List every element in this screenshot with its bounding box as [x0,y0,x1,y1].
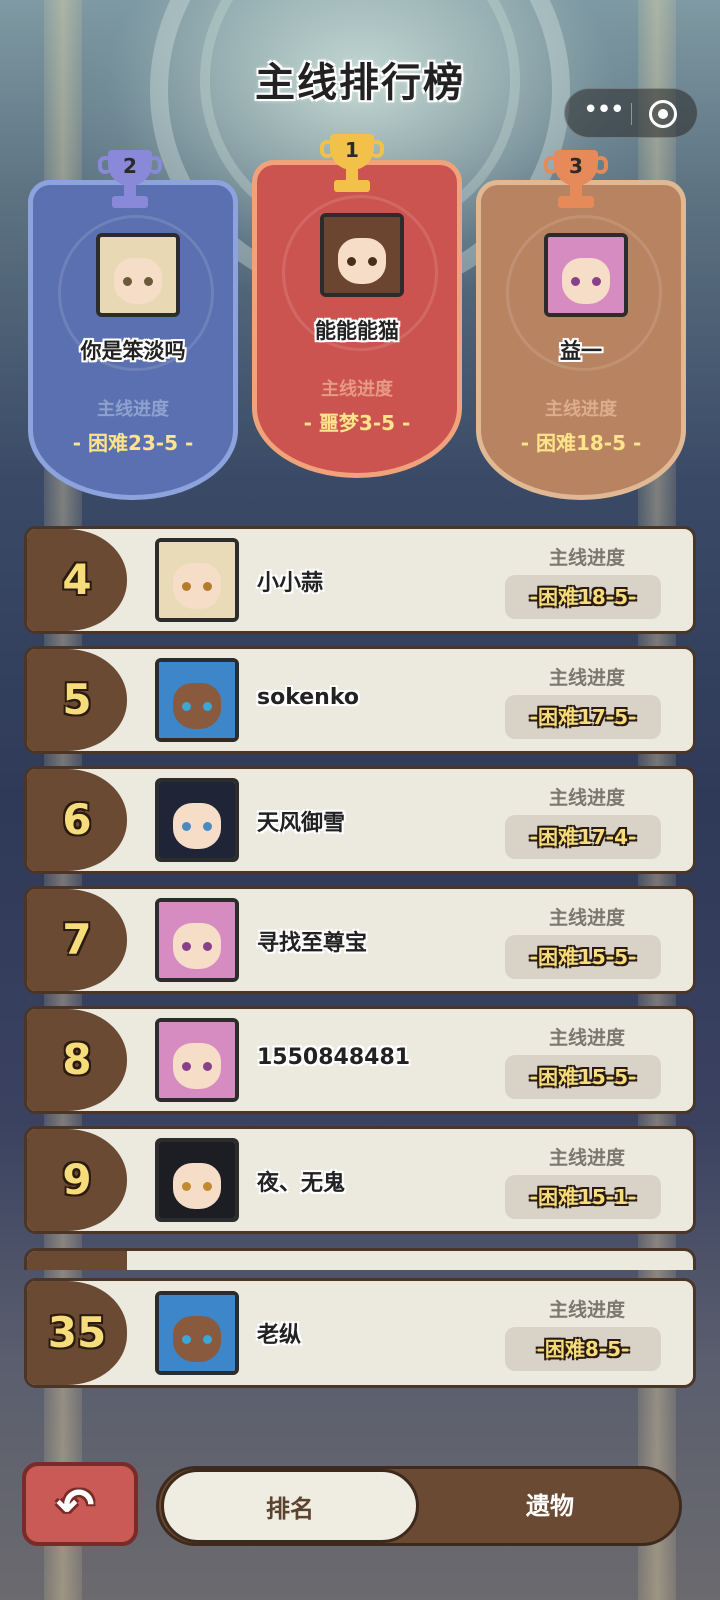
progress-label: 主线进度 [548,1027,625,1049]
ranking-row[interactable]: 9 夜、无鬼 主线进度 -困难15-1- [24,1126,696,1234]
avatar [544,233,628,317]
progress-label: 主线进度 [548,1147,625,1169]
bottom-tab-bar: 排名 遗物 [156,1466,682,1546]
bronze-trophy-icon: 3 [544,150,608,212]
player-name: 小小蒜 [257,571,324,596]
podium-rank-1[interactable]: 能能能猫 主线进度 - 噩梦3-5 - [252,160,462,478]
player-name: 老纵 [257,1323,302,1348]
progress-value: -困难17-5- [529,705,637,729]
rank-number: 8 [62,1035,92,1084]
record-circle-icon[interactable] [649,100,677,128]
player-name: sokenko [257,685,359,710]
miniprogram-capsule: ••• [564,88,698,138]
progress-value: -困难15-5- [529,1065,637,1089]
rank-badge [27,1251,127,1270]
trophy-rank-number: 3 [569,154,583,178]
ranking-row[interactable]: 7 寻找至尊宝 主线进度 -困难15-5- [24,886,696,994]
progress-label: 主线进度 [548,907,625,929]
more-dots-icon[interactable]: ••• [583,97,625,123]
avatar [155,1291,239,1375]
avatar [155,658,239,742]
player-name: 夜、无鬼 [257,1171,346,1196]
ranking-row-partial[interactable] [24,1248,696,1270]
rank-number: 7 [62,915,92,964]
progress-label: 主线进度 [321,379,393,400]
tab-relics[interactable]: 遗物 [421,1469,679,1543]
tab-ranking[interactable]: 排名 [161,1469,419,1543]
progress-value: - 噩梦3-5 - [303,411,411,435]
ranking-row[interactable]: 6 天风御雪 主线进度 -困难17-4- [24,766,696,874]
progress-value: - 困难18-5 - [520,431,642,455]
podium-rank-3[interactable]: 益一 主线进度 - 困难18-5 - [476,180,686,500]
progress-label: 主线进度 [545,399,617,420]
avatar [155,898,239,982]
progress-value: -困难17-4- [529,825,637,849]
player-name: 你是笨淡吗 [80,339,186,363]
podium-rank-2[interactable]: 你是笨淡吗 主线进度 - 困难23-5 - [28,180,238,500]
progress-value: -困难8-5- [536,1337,630,1361]
player-name: 益一 [560,339,602,363]
progress-label: 主线进度 [548,667,625,689]
avatar [96,233,180,317]
rank-number: 35 [47,1308,107,1357]
ranking-row[interactable]: 5 sokenko 主线进度 -困难17-5- [24,646,696,754]
progress-label: 主线进度 [548,547,625,569]
player-name: 能能能猫 [315,319,399,343]
avatar [320,213,404,297]
player-name: 1550848481 [257,1045,411,1070]
back-arrow-icon: ↶ [56,1478,95,1532]
trophy-rank-number: 1 [345,138,359,162]
my-ranking-row[interactable]: 35 老纵 主线进度 -困难8-5- [24,1278,696,1388]
avatar [155,538,239,622]
rank-number: 6 [62,795,92,844]
trophy-rank-number: 2 [123,154,137,178]
progress-value: -困难15-5- [529,945,637,969]
player-name: 天风御雪 [257,811,346,836]
progress-label: 主线进度 [97,399,169,420]
silver-trophy-icon: 2 [98,150,162,212]
avatar [155,1138,239,1222]
gold-trophy-icon: 1 [320,134,384,196]
rank-number: 9 [62,1155,92,1204]
progress-value: -困难15-1- [529,1185,637,1209]
capsule-divider [631,103,632,125]
ranking-row[interactable]: 4 小小蒜 主线进度 -困难18-5- [24,526,696,634]
rank-number: 4 [62,555,92,604]
progress-label: 主线进度 [548,787,625,809]
progress-value: - 困难23-5 - [72,431,194,455]
avatar [155,778,239,862]
progress-value: -困难18-5- [529,585,637,609]
rank-number: 5 [62,675,92,724]
back-button[interactable]: ↶ [22,1462,138,1546]
progress-label: 主线进度 [548,1299,625,1321]
player-name: 寻找至尊宝 [257,931,368,956]
avatar [155,1018,239,1102]
ranking-row[interactable]: 8 1550848481 主线进度 -困难15-5- [24,1006,696,1114]
